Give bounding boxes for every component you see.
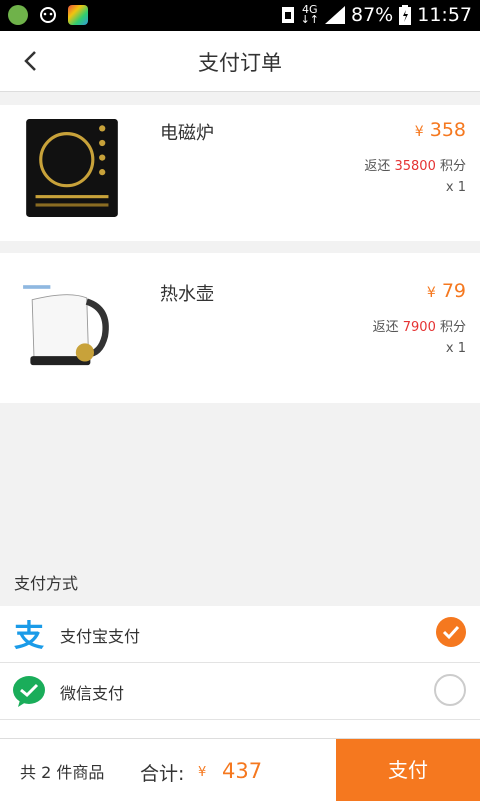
radio-selected-check-icon[interactable]	[436, 617, 466, 647]
rebate-points: 35800	[394, 159, 436, 174]
network-arrows: ↓↑	[300, 13, 319, 26]
rebate-points: 7900	[402, 320, 436, 335]
electric-kettle-image	[23, 285, 109, 366]
payment-option-alipay[interactable]: 支 支付宝支付	[0, 606, 480, 663]
quantity: x 1	[445, 341, 466, 356]
pay-button[interactable]: 支付	[336, 739, 480, 801]
page-title: 支付订单	[198, 51, 282, 75]
order-item[interactable]: 电磁炉 ¥ 358 返还 35800 积分 x 1	[0, 105, 480, 241]
payment-label: 微信支付	[60, 684, 125, 703]
total-label: 合计:	[140, 763, 185, 785]
radio-unselected[interactable]	[434, 674, 466, 706]
payment-section-label: 支付方式	[14, 574, 79, 593]
product-name: 电磁炉	[160, 123, 214, 144]
payment-label: 支付宝支付	[60, 627, 141, 646]
induction-cooker-image	[26, 119, 118, 217]
rebate-text: 返还 7900 积分	[372, 320, 466, 335]
app-header: 支付订单	[0, 31, 480, 92]
total-amount: 437	[222, 759, 263, 783]
product-price: 358	[429, 119, 466, 141]
item-count: 共 2 件商品	[20, 763, 105, 782]
svg-text:支: 支	[14, 619, 44, 651]
currency-symbol: ¥	[198, 765, 207, 780]
currency-symbol: ¥	[426, 285, 436, 301]
battery-percent: 87%	[351, 4, 394, 26]
app-notification-icon	[38, 5, 58, 25]
sim-icon	[281, 7, 294, 23]
signal-icon	[325, 6, 345, 24]
payment-option-wechat[interactable]: 微信支付	[0, 663, 480, 720]
battery-icon	[399, 5, 412, 25]
order-item[interactable]: 热水壶 ¥ 79 返还 7900 积分 x 1	[0, 253, 480, 403]
product-name: 热水壶	[160, 284, 214, 305]
status-bar: 4G ↓↑ 87% 11:57	[0, 0, 480, 31]
currency-symbol: ¥	[414, 124, 424, 140]
rebate-text: 返还 35800 积分	[364, 159, 466, 174]
checkout-bar: 共 2 件商品 合计: ¥ 437 支付	[0, 738, 480, 801]
wechat-icon	[13, 676, 45, 707]
quantity: x 1	[445, 180, 466, 195]
app-notification-icon	[68, 5, 88, 25]
clock: 11:57	[417, 4, 472, 26]
app-notification-icon	[8, 5, 28, 25]
product-price: 79	[441, 280, 466, 302]
alipay-icon: 支	[14, 619, 44, 651]
